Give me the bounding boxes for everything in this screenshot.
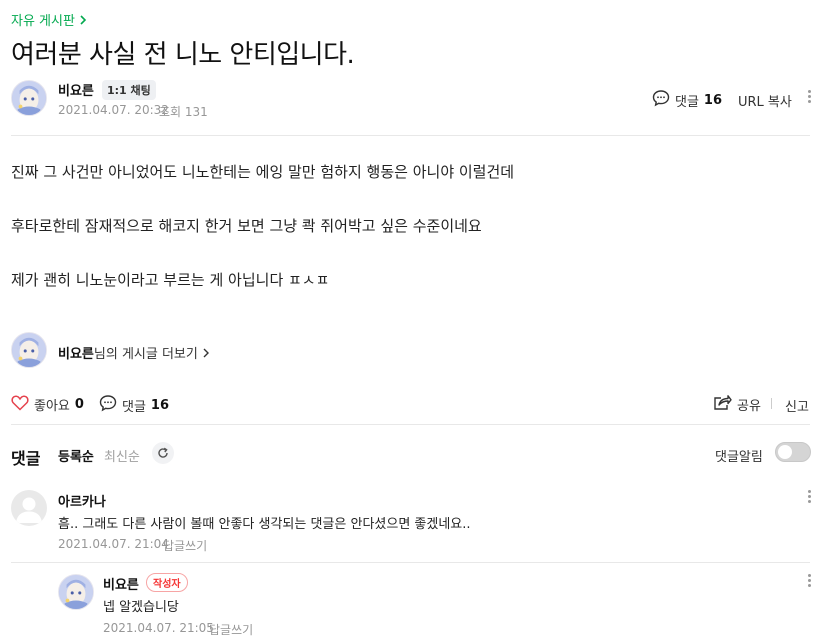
- header-divider: [11, 135, 810, 136]
- refresh-icon: [157, 444, 169, 463]
- sort-registered-tab[interactable]: 등록순: [58, 446, 94, 465]
- post-body-line: 후타로한테 잠재적으로 해코지 한거 보면 그냥 콱 쥐어박고 싶은 수준이네요: [11, 217, 482, 235]
- board-link[interactable]: 자유 게시판: [11, 10, 87, 29]
- comment-more-icon[interactable]: [808, 490, 812, 503]
- writer-badge: 작성자: [146, 573, 188, 592]
- comment-bubble-icon: [99, 394, 117, 416]
- post-views: 조회 131: [159, 105, 208, 119]
- board-label: 자유 게시판: [11, 14, 75, 29]
- comment-action-count: 16: [150, 397, 170, 413]
- report-button[interactable]: 신고: [785, 396, 809, 415]
- post-date: 2021.04.07. 20:32: [58, 103, 169, 117]
- header-comment-count: 16: [703, 92, 723, 108]
- chat-button[interactable]: 1:1 채팅: [102, 80, 156, 100]
- post-body-line: 진짜 그 사건만 아니었어도 니노한테는 에잉 말만 험하지 행동은 아니야 이…: [11, 163, 515, 181]
- reply-author[interactable]: 비요른: [103, 574, 139, 593]
- share-button[interactable]: 공유: [713, 394, 761, 415]
- action-separator: [771, 398, 772, 409]
- commenter-avatar[interactable]: [11, 490, 47, 526]
- like-label: 좋아요: [34, 399, 70, 414]
- post-title: 여러분 사실 전 니노 안티입니다.: [11, 40, 355, 70]
- action-divider: [11, 424, 810, 425]
- comment-action-button[interactable]: 댓글 16: [99, 394, 169, 416]
- comment-text: 흠.. 그래도 다른 사람이 볼때 안좋다 생각되는 댓글은 안다셨으면 좋겠네…: [58, 517, 471, 532]
- reply-text: 넵 알겠습니당: [103, 600, 179, 615]
- comment-date: 2021.04.07. 21:04: [58, 537, 169, 551]
- refresh-button[interactable]: [152, 442, 174, 464]
- reply-button[interactable]: 답글쓰기: [163, 537, 207, 554]
- reply-button[interactable]: 답글쓰기: [209, 621, 253, 638]
- comments-title: 댓글: [11, 449, 41, 468]
- like-button[interactable]: 좋아요 0: [11, 394, 84, 415]
- more-posts-avatar[interactable]: [11, 332, 47, 368]
- comment-divider: [11, 562, 810, 563]
- header-comment-button[interactable]: 댓글 16: [652, 89, 722, 111]
- more-posts-link[interactable]: 비요른님의 게시글 더보기: [58, 343, 210, 362]
- reply-date: 2021.04.07. 21:05: [103, 621, 214, 635]
- comment-bubble-icon: [652, 89, 670, 111]
- post-body-line: 제가 괜히 니노눈이라고 부르는 게 아닙니다 ㅍㅅㅍ: [11, 271, 330, 289]
- notify-label: 댓글알림: [715, 450, 763, 465]
- like-count: 0: [74, 397, 84, 412]
- reply-author-avatar[interactable]: [58, 574, 94, 610]
- comment-author[interactable]: 아르카나: [58, 491, 106, 510]
- post-more-icon[interactable]: [808, 90, 812, 103]
- author-name[interactable]: 비요른: [58, 80, 94, 99]
- share-icon: [713, 394, 732, 415]
- share-label: 공유: [737, 399, 761, 414]
- url-copy-button[interactable]: URL 복사: [738, 91, 792, 110]
- chevron-right-icon: [202, 347, 210, 362]
- sort-latest-tab[interactable]: 최신순: [104, 446, 140, 465]
- more-posts-label: 님의 게시글 더보기: [93, 347, 198, 362]
- heart-icon: [11, 394, 29, 415]
- reply-more-icon[interactable]: [808, 574, 812, 587]
- more-posts-author: 비요른: [58, 347, 94, 362]
- comment-action-label: 댓글: [122, 399, 146, 415]
- author-avatar[interactable]: [11, 80, 47, 116]
- header-comment-label: 댓글: [675, 94, 699, 110]
- notify-toggle[interactable]: [775, 442, 811, 462]
- chevron-right-icon: [79, 14, 87, 29]
